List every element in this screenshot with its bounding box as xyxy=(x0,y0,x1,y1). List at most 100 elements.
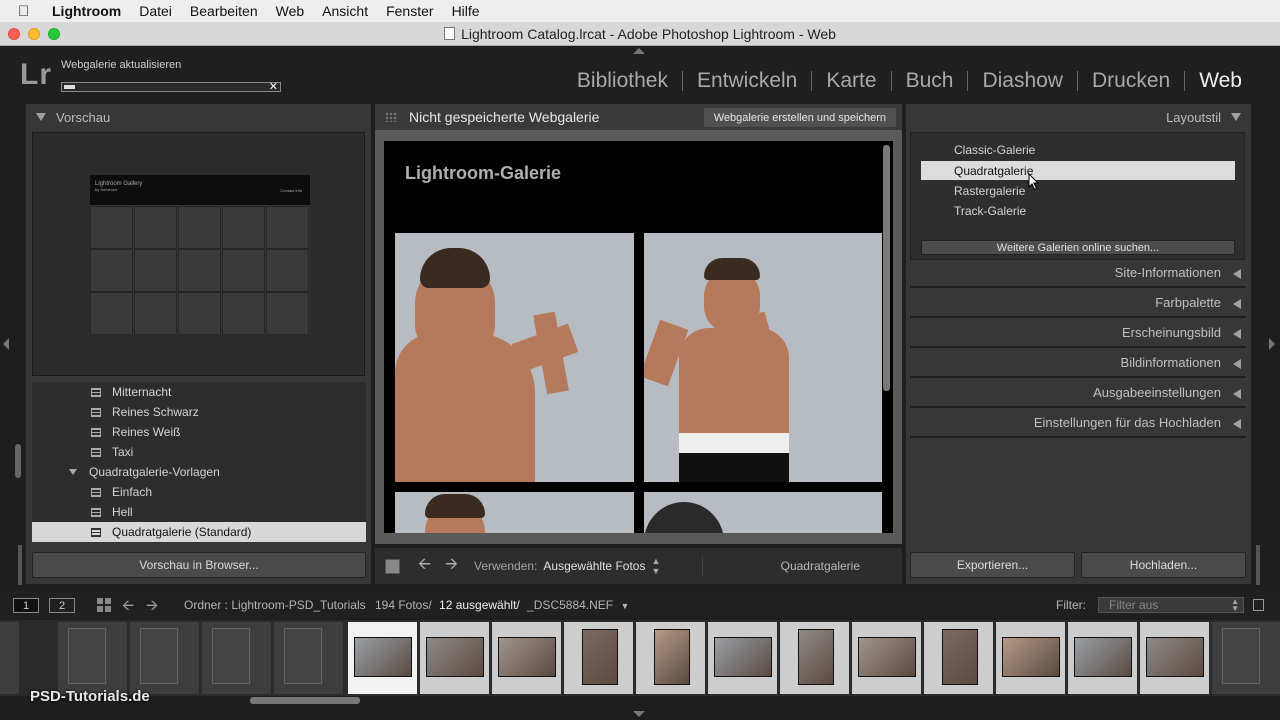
gallery-photo[interactable] xyxy=(395,492,634,533)
grid-view-icon[interactable] xyxy=(97,598,111,612)
collapsed-triangle-icon[interactable] xyxy=(1233,389,1241,399)
filmstrip-source-path[interactable]: Ordner : Lightroom-PSD_Tutorials 194 Fot… xyxy=(184,598,629,612)
collapse-bottom-panel-icon[interactable] xyxy=(633,711,645,717)
filmstrip-cell[interactable] xyxy=(1212,622,1280,694)
layout-classic-galerie[interactable]: Classic-Galerie xyxy=(921,140,1235,159)
template-folder-quadratgalerie[interactable]: Quadratgalerie-Vorlagen xyxy=(32,462,366,482)
gallery-photo[interactable] xyxy=(644,233,882,482)
gallery-scrollbar[interactable] xyxy=(883,145,890,391)
filmstrip-cell[interactable] xyxy=(636,622,706,694)
filmstrip-cell[interactable] xyxy=(564,622,634,694)
filmstrip-cell[interactable] xyxy=(0,622,20,694)
layout-style-header[interactable]: Layoutstil xyxy=(906,104,1251,130)
filmstrip-scrollbar[interactable] xyxy=(250,697,360,704)
collapse-right-panel-icon[interactable] xyxy=(1269,338,1275,350)
back-arrow-icon[interactable]: 🡨 xyxy=(122,595,134,620)
find-more-galleries-button[interactable]: Weitere Galerien online suchen... xyxy=(921,240,1235,255)
gallery-photo[interactable] xyxy=(644,492,882,533)
filmstrip-cell[interactable] xyxy=(852,622,922,694)
menu-fenster[interactable]: Fenster xyxy=(386,3,433,19)
export-button[interactable]: Exportieren... xyxy=(910,552,1075,578)
section-farbpalette[interactable]: Farbpalette xyxy=(906,288,1251,318)
section-site-informationen[interactable]: Site-Informationen xyxy=(906,258,1251,288)
apple-icon[interactable]:  xyxy=(18,3,36,20)
preview-grid-cell xyxy=(178,292,221,335)
second-screen-button[interactable]: 2 xyxy=(49,598,75,613)
upload-button[interactable]: Hochladen... xyxy=(1081,552,1246,578)
menu-bearbeiten[interactable]: Bearbeiten xyxy=(190,3,258,19)
cancel-progress-icon[interactable]: ✕ xyxy=(269,80,278,93)
forward-arrow-icon[interactable]: 🡪 xyxy=(146,595,158,620)
section-ausgabeeinstellungen[interactable]: Ausgabeeinstellungen xyxy=(906,378,1251,408)
next-photo-icon[interactable]: 🡪 xyxy=(445,553,458,580)
folder-expand-icon[interactable] xyxy=(69,469,77,475)
module-karte[interactable]: Karte xyxy=(812,69,890,93)
menu-app-name[interactable]: Lightroom xyxy=(52,3,121,19)
left-panel-scrollbar[interactable] xyxy=(15,444,21,478)
menu-hilfe[interactable]: Hilfe xyxy=(452,3,480,19)
collapsed-triangle-icon[interactable] xyxy=(1233,299,1241,309)
use-selection-dropdown[interactable]: Ausgewählte Fotos xyxy=(543,559,645,573)
filmstrip-cell[interactable] xyxy=(924,622,994,694)
layout-track-galerie[interactable]: Track-Galerie xyxy=(921,201,1235,220)
filter-select[interactable]: Filter aus ▲ ▼ xyxy=(1098,597,1244,613)
module-web[interactable]: Web xyxy=(1185,69,1256,93)
create-save-gallery-button[interactable]: Webgalerie erstellen und speichern xyxy=(703,108,896,127)
filmstrip-cell[interactable] xyxy=(1140,622,1210,694)
expand-triangle-icon[interactable] xyxy=(36,113,46,121)
filmstrip-cell[interactable] xyxy=(492,622,562,694)
filmstrip-cell[interactable] xyxy=(58,622,128,694)
section-upload-settings[interactable]: Einstellungen für das Hochladen xyxy=(906,408,1251,438)
filmstrip-cell[interactable] xyxy=(780,622,850,694)
collapsed-triangle-icon[interactable] xyxy=(1233,359,1241,369)
left-panel-resize-handle[interactable] xyxy=(18,545,22,585)
filmstrip-cell[interactable] xyxy=(202,622,272,694)
dropdown-arrow-icon[interactable]: ▼ xyxy=(620,601,629,611)
template-item-einfach[interactable]: Einfach xyxy=(32,482,366,502)
layout-rastergalerie[interactable]: Rastergalerie xyxy=(921,181,1235,200)
close-window-button[interactable] xyxy=(8,28,20,40)
template-item-taxi[interactable]: Taxi xyxy=(32,442,366,462)
module-buch[interactable]: Buch xyxy=(892,69,968,93)
template-item-quadratgalerie-standard[interactable]: Quadratgalerie (Standard) xyxy=(32,522,366,542)
menu-ansicht[interactable]: Ansicht xyxy=(322,3,368,19)
expand-triangle-icon[interactable] xyxy=(1231,113,1241,121)
filmstrip-cell[interactable] xyxy=(996,622,1066,694)
filmstrip-cell[interactable] xyxy=(420,622,490,694)
filmstrip-cell[interactable] xyxy=(708,622,778,694)
module-bibliothek[interactable]: Bibliothek xyxy=(563,69,682,93)
previous-photo-icon[interactable]: 🡨 xyxy=(418,553,431,580)
module-drucken[interactable]: Drucken xyxy=(1078,69,1184,93)
section-erscheinungsbild[interactable]: Erscheinungsbild xyxy=(906,318,1251,348)
filmstrip-cell[interactable] xyxy=(130,622,200,694)
filter-lock-icon[interactable] xyxy=(1253,599,1264,611)
menu-datei[interactable]: Datei xyxy=(139,3,172,19)
template-item-mitternacht[interactable]: Mitternacht xyxy=(32,382,366,402)
layout-quadratgalerie[interactable]: Quadratgalerie xyxy=(921,161,1235,180)
menu-web[interactable]: Web xyxy=(276,3,305,19)
template-item-reines-schwarz[interactable]: Reines Schwarz xyxy=(32,402,366,422)
updown-chevron-icon[interactable]: ▲ ▼ xyxy=(651,556,660,576)
main-screen-button[interactable]: 1 xyxy=(13,598,39,613)
template-item-hell[interactable]: Hell xyxy=(32,502,366,522)
filmstrip-cell[interactable] xyxy=(1068,622,1138,694)
zoom-window-button[interactable] xyxy=(48,28,60,40)
module-entwickeln[interactable]: Entwickeln xyxy=(683,69,811,93)
filmstrip-cell[interactable] xyxy=(274,622,344,694)
gallery-photo[interactable] xyxy=(395,233,634,482)
stop-preview-icon[interactable] xyxy=(385,558,400,574)
collapse-top-panel-icon[interactable] xyxy=(633,48,645,54)
template-item-reines-weiss[interactable]: Reines Weiß xyxy=(32,422,366,442)
right-panel-resize-handle[interactable] xyxy=(1256,545,1260,585)
collapsed-triangle-icon[interactable] xyxy=(1233,329,1241,339)
preview-panel-header[interactable]: Vorschau xyxy=(26,104,371,130)
minimize-window-button[interactable] xyxy=(28,28,40,40)
module-diashow[interactable]: Diashow xyxy=(968,69,1077,93)
collapsed-triangle-icon[interactable] xyxy=(1233,269,1241,279)
section-bildinformationen[interactable]: Bildinformationen xyxy=(906,348,1251,378)
collapsed-triangle-icon[interactable] xyxy=(1233,419,1241,429)
web-gallery-preview[interactable]: Lightroom-Galerie xyxy=(384,141,893,533)
collapse-left-panel-icon[interactable] xyxy=(3,338,9,350)
preview-in-browser-button[interactable]: Vorschau in Browser... xyxy=(32,552,366,578)
filmstrip-cell[interactable] xyxy=(348,622,418,694)
